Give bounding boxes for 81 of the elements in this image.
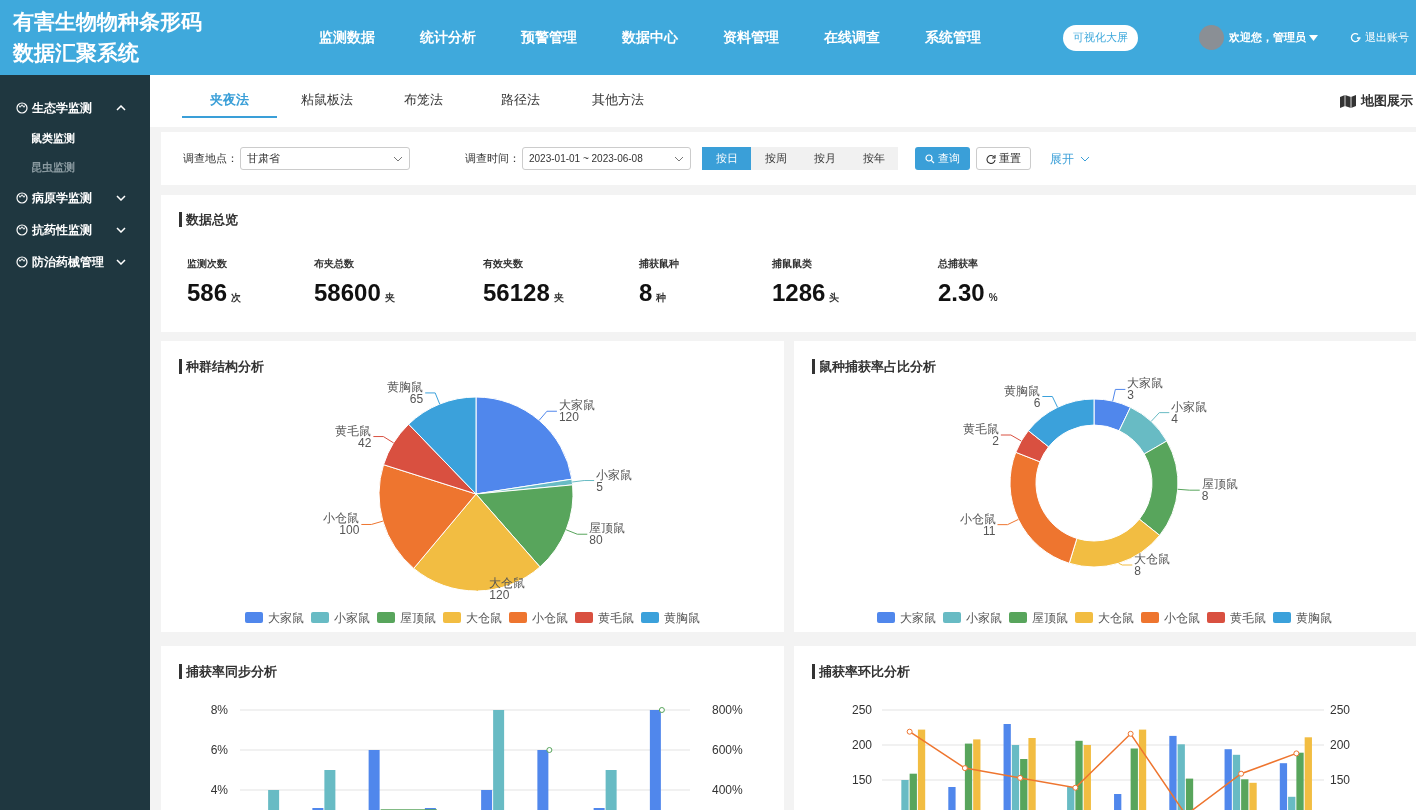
axis-tick-label: 200 (851, 737, 872, 752)
axis-tick-label: 6% (210, 742, 228, 757)
stat-value: 8 (639, 277, 653, 308)
legend-label: 小家鼠 (966, 609, 1003, 627)
axis-tick-label: 400% (712, 782, 743, 797)
stat-unit: % (988, 290, 998, 305)
stat-label: 有效夹数 (483, 256, 524, 271)
slice-label: 大仓鼠 (1133, 551, 1170, 566)
legend-label: 大仓鼠 (465, 609, 502, 627)
stat-unit: 次 (231, 290, 242, 305)
legend-label: 大家鼠 (900, 609, 937, 627)
slice-label: 黄胸鼠 (1003, 383, 1040, 397)
stat-unit: 头 (829, 290, 840, 305)
stat-label: 捕鼠鼠类 (772, 256, 813, 271)
stat-value: 586 (187, 277, 228, 308)
stat-unit: 夹 (553, 290, 564, 305)
slice-label: 小仓鼠 (959, 511, 995, 526)
stat-label: 总捕获率 (938, 256, 979, 271)
stat-label: 布夹总数 (314, 256, 355, 271)
legend-label: 屋顶鼠 (1032, 609, 1069, 627)
stat-label: 监测次数 (187, 256, 228, 271)
slice-label: 小家鼠 (1170, 399, 1207, 414)
axis-tick-label: 250 (1329, 702, 1350, 717)
app-title: 有害生物物种条形码 (13, 9, 203, 35)
slice-value: 80 (589, 532, 603, 547)
field-label: 调查地点： (183, 151, 238, 167)
legend-label: 黄毛鼠 (1230, 609, 1267, 627)
sidebar-group-label: 生态学监测 (32, 100, 93, 117)
stat-value: 56128 (483, 277, 550, 308)
axis-tick-label: 800% (712, 702, 743, 717)
slice-value: 2 (991, 433, 999, 448)
slice-value: 65 (409, 391, 424, 406)
legend-label: 屋顶鼠 (399, 609, 436, 627)
slice-label: 大仓鼠 (489, 575, 526, 590)
slice-label: 大家鼠 (558, 397, 595, 412)
slice-label: 黄毛鼠 (962, 421, 999, 436)
axis-tick-label: 600% (712, 742, 743, 757)
slice-label: 小仓鼠 (323, 511, 360, 525)
axis-tick-label: 150 (851, 772, 872, 787)
slice-value: 100 (339, 523, 360, 537)
stat-value: 58600 (314, 277, 381, 308)
stat-unit: 种 (656, 290, 667, 305)
slice-label: 小家鼠 (596, 467, 633, 481)
axis-tick-label: 8% (210, 702, 228, 717)
legend-label: 黄胸鼠 (663, 609, 700, 627)
stat-value: 1286 (772, 277, 826, 308)
section-title: 鼠种捕获率占比分析 (818, 358, 936, 376)
stat-label: 捕获鼠种 (639, 256, 680, 271)
slice-label: 屋顶鼠 (1201, 476, 1238, 491)
slice-value: 8 (1201, 488, 1208, 503)
legend-label: 黄胸鼠 (1296, 609, 1333, 627)
legend-label: 大仓鼠 (1098, 609, 1135, 627)
axis-tick-label: 150 (1329, 772, 1350, 787)
sidebar-group-label: 抗药性监测 (32, 222, 93, 239)
section-title: 种群结构分析 (186, 358, 264, 376)
legend-label: 小仓鼠 (531, 609, 568, 627)
legend-label: 小家鼠 (333, 609, 370, 627)
slice-label: 黄胸鼠 (387, 379, 424, 394)
slice-value: 11 (982, 523, 995, 538)
slice-value: 5 (596, 479, 603, 493)
legend-label: 小仓鼠 (1164, 609, 1201, 627)
slice-value: 4 (1170, 411, 1178, 426)
sidebar-group-label: 病原学监测 (32, 190, 93, 207)
slice-value: 6 (1033, 395, 1040, 409)
sidebar-group-label: 防治药械管理 (32, 254, 105, 271)
stat-unit: 夹 (384, 290, 395, 305)
field-label: 调查时间： (465, 151, 520, 167)
slice-label: 黄毛鼠 (335, 423, 372, 438)
slice-value: 42 (358, 435, 372, 450)
axis-tick-label: 4% (210, 782, 228, 797)
stat-value: 2.30 (938, 277, 985, 308)
slice-label: 屋顶鼠 (589, 520, 626, 535)
section-title: 数据总览 (186, 211, 238, 229)
slice-label: 大家鼠 (1126, 375, 1163, 390)
legend-label: 大家鼠 (267, 609, 304, 627)
legend-label: 黄毛鼠 (597, 609, 634, 627)
axis-tick-label: 200 (1329, 737, 1350, 752)
app-title: 数据汇聚系统 (13, 40, 140, 66)
axis-tick-label: 250 (851, 702, 872, 717)
section-title: 捕获率环比分析 (818, 663, 910, 681)
section-title: 捕获率同步分析 (186, 663, 277, 681)
